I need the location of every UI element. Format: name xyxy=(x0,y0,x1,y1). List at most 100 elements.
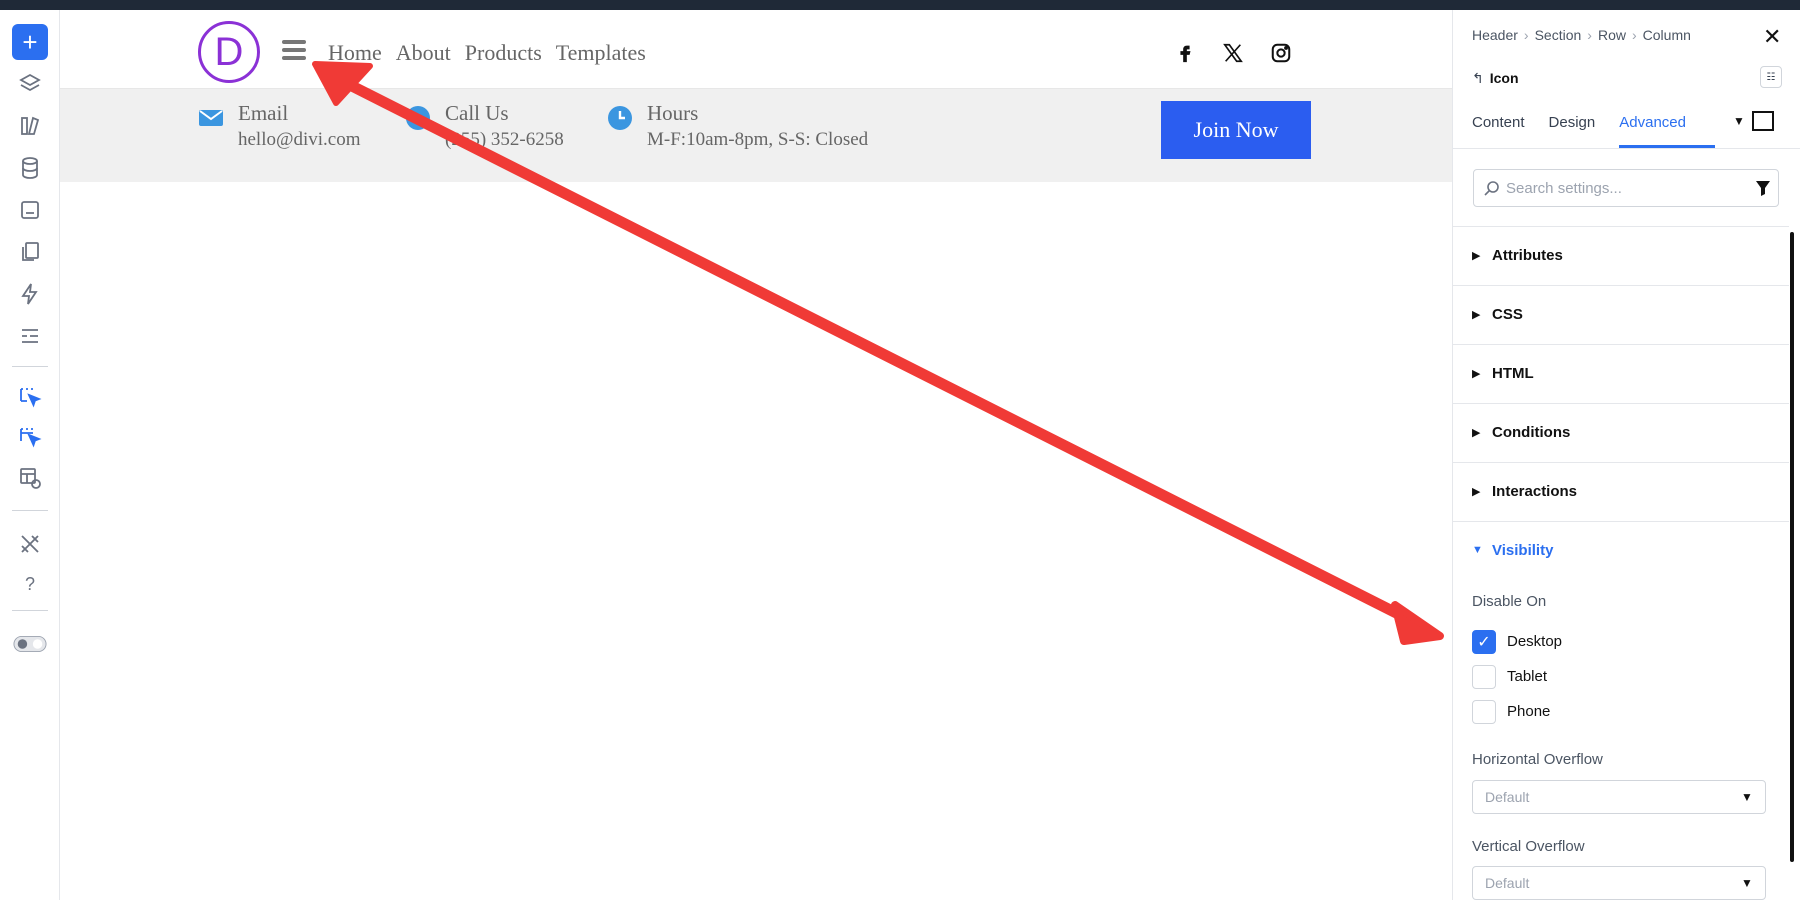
checkbox-label: Phone xyxy=(1507,703,1551,720)
info-bar: Email hello@divi.com Call Us (255) 352-6… xyxy=(60,88,1452,182)
multi-select-icon[interactable] xyxy=(12,420,48,456)
accordion-label: Visibility xyxy=(1492,542,1554,559)
nav-link-templates[interactable]: Templates xyxy=(556,40,646,66)
tools-icon[interactable] xyxy=(12,526,48,562)
close-icon[interactable]: ✕ xyxy=(1763,24,1781,50)
instagram-icon[interactable] xyxy=(1268,40,1294,66)
chevron-right-icon: › xyxy=(1523,27,1529,43)
horizontal-overflow-label: Horizontal Overflow xyxy=(1472,751,1603,768)
accordion-css[interactable]: ▶ CSS xyxy=(1453,285,1789,343)
info-value: hello@divi.com xyxy=(238,129,361,150)
breadcrumb-item[interactable]: Row xyxy=(1598,27,1626,43)
caret-right-icon: ▶ xyxy=(1472,368,1481,380)
filter-icon[interactable] xyxy=(1754,179,1772,197)
email-icon xyxy=(198,105,224,131)
help-icon[interactable]: ? xyxy=(12,566,48,602)
element-name: Icon xyxy=(1489,70,1519,86)
info-value: (255) 352-6258 xyxy=(445,129,564,150)
site-logo[interactable]: D xyxy=(198,21,260,83)
left-toolbar: + ? xyxy=(0,10,60,900)
checkbox-label: Desktop xyxy=(1507,633,1563,650)
accordion-html[interactable]: ▶ HTML xyxy=(1453,344,1789,402)
checkbox-tablet[interactable] xyxy=(1472,665,1496,689)
tab-content[interactable]: Content xyxy=(1472,114,1525,131)
expand-panel-icon[interactable] xyxy=(1752,111,1774,131)
disable-on-label: Disable On xyxy=(1472,593,1547,610)
breadcrumb-item[interactable]: Column xyxy=(1643,27,1691,43)
caret-down-icon: ▼ xyxy=(1741,790,1753,804)
tab-advanced[interactable]: Advanced xyxy=(1619,114,1686,131)
add-button[interactable]: + xyxy=(12,24,48,60)
options-icon[interactable]: ☷ xyxy=(1760,66,1782,88)
portability-icon[interactable] xyxy=(12,192,48,228)
toolbar-divider xyxy=(12,510,48,511)
info-title: Hours xyxy=(647,101,699,125)
hamburger-menu-icon[interactable] xyxy=(282,40,306,62)
vertical-overflow-label: Vertical Overflow xyxy=(1472,838,1585,855)
accordion-label: Conditions xyxy=(1492,424,1571,441)
accordion-label: HTML xyxy=(1492,365,1534,382)
accordion-conditions[interactable]: ▶ Conditions xyxy=(1453,403,1789,461)
nav-link-home[interactable]: Home xyxy=(328,40,382,66)
checkbox-label: Tablet xyxy=(1507,668,1548,685)
caret-right-icon: ▶ xyxy=(1472,427,1481,439)
select-icon[interactable] xyxy=(12,380,48,416)
info-title: Call Us xyxy=(445,101,509,125)
info-value: M-F:10am-8pm, S-S: Closed xyxy=(647,129,869,150)
info-title: Email xyxy=(238,101,289,125)
tabs-divider xyxy=(1453,148,1800,149)
caret-down-icon[interactable]: ▼ xyxy=(1733,114,1745,128)
accordion-visibility[interactable]: ▼ Visibility xyxy=(1453,521,1789,579)
accordion-attributes[interactable]: ▶ Attributes xyxy=(1453,226,1789,284)
site-nav: Home About Products Templates xyxy=(328,40,646,66)
sections-icon[interactable] xyxy=(12,318,48,354)
checkbox-desktop[interactable]: ✓ xyxy=(1472,630,1496,654)
accordion-label: Interactions xyxy=(1492,483,1578,500)
select-value: Default xyxy=(1485,875,1530,891)
social-links xyxy=(1172,40,1294,66)
database-icon[interactable] xyxy=(12,150,48,186)
select-value: Default xyxy=(1485,789,1530,805)
horizontal-overflow-select[interactable]: Default ▼ xyxy=(1472,780,1766,814)
checkbox-phone[interactable] xyxy=(1472,700,1496,724)
panel-scrollbar[interactable] xyxy=(1790,232,1794,862)
toolbar-divider xyxy=(12,610,48,611)
caret-down-icon: ▼ xyxy=(1741,876,1753,890)
library-icon[interactable] xyxy=(12,108,48,144)
caret-right-icon: ▶ xyxy=(1472,250,1481,262)
pages-icon[interactable] xyxy=(12,234,48,270)
clock-icon xyxy=(607,105,633,131)
layers-icon[interactable] xyxy=(12,66,48,102)
join-now-button[interactable]: Join Now xyxy=(1161,101,1311,159)
accordion-label: CSS xyxy=(1492,306,1523,323)
vertical-overflow-select[interactable]: Default ▼ xyxy=(1472,866,1766,900)
site-header: D Home About Products Templates xyxy=(60,10,1452,88)
breadcrumb-item[interactable]: Section xyxy=(1535,27,1582,43)
tab-design[interactable]: Design xyxy=(1549,114,1596,131)
nav-link-about[interactable]: About xyxy=(396,40,451,66)
search-placeholder: Search settings... xyxy=(1506,180,1622,197)
toolbar-divider xyxy=(12,366,48,367)
caret-right-icon: ▶ xyxy=(1472,486,1481,498)
toggle-icon[interactable] xyxy=(12,626,48,662)
nav-link-products[interactable]: Products xyxy=(465,40,542,66)
top-strip xyxy=(0,0,1800,10)
page-canvas: D Home About Products Templates Email he… xyxy=(60,10,1452,900)
caret-down-icon: ▼ xyxy=(1472,544,1483,556)
search-icon xyxy=(1484,181,1499,196)
x-icon[interactable] xyxy=(1220,40,1246,66)
facebook-icon[interactable] xyxy=(1172,40,1198,66)
search-settings-input[interactable]: Search settings... xyxy=(1473,169,1779,207)
chevron-right-icon: › xyxy=(1631,27,1637,43)
settings-panel: Header › Section › Row › Column ✕ ↰ Icon ☷ Cont… xyxy=(1452,10,1800,900)
theme-builder-icon[interactable] xyxy=(12,460,48,496)
back-arrow-icon: ↰ xyxy=(1472,70,1484,86)
breadcrumb-item[interactable]: Header xyxy=(1472,27,1518,43)
lightning-icon[interactable] xyxy=(12,276,48,312)
element-label[interactable]: ↰ Icon xyxy=(1472,70,1519,87)
caret-right-icon: ▶ xyxy=(1472,309,1481,321)
breadcrumb: Header › Section › Row › Column xyxy=(1472,27,1691,43)
accordion-interactions[interactable]: ▶ Interactions xyxy=(1453,462,1789,520)
panel-tabs: Content Design Advanced xyxy=(1472,114,1686,131)
accordion-label: Attributes xyxy=(1492,247,1563,264)
